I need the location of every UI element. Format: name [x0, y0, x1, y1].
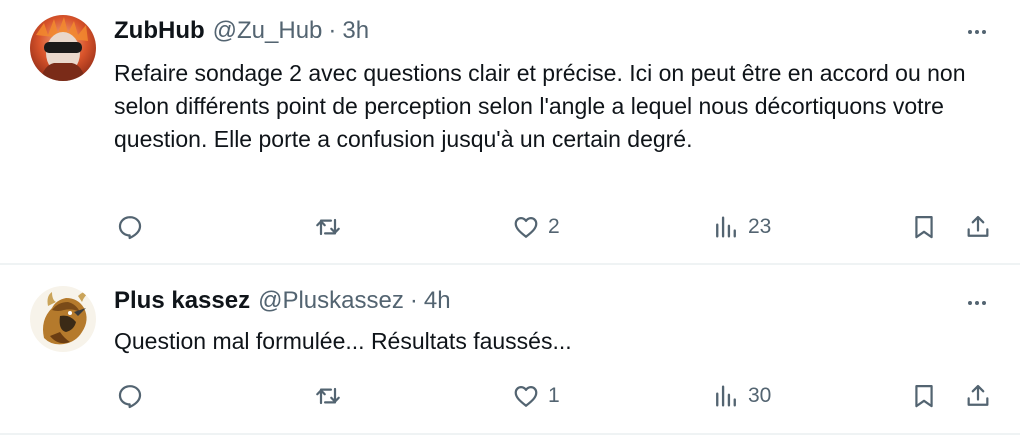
- retweet-icon: [316, 387, 340, 405]
- bookmark-button[interactable]: [910, 379, 938, 413]
- retweet-button[interactable]: [314, 210, 350, 244]
- reply-icon: [118, 216, 142, 240]
- action-bar: 1 30: [114, 379, 994, 413]
- tweet-text: Question mal formulée... Résultats fauss…: [114, 328, 572, 354]
- share-button[interactable]: [964, 210, 992, 244]
- heart-icon: [514, 217, 538, 238]
- like-count: 2: [548, 215, 560, 238]
- phoenix-bird-avatar-icon: [30, 286, 96, 352]
- share-icon: [967, 384, 989, 406]
- tweet-header: Plus kassez @Pluskassez · 4h: [114, 286, 451, 316]
- tweet[interactable]: ZubHub @Zu_Hub · 3h Refaire sondage 2 av…: [0, 0, 1020, 265]
- reply-icon: [118, 385, 142, 409]
- reply-button[interactable]: [116, 210, 152, 244]
- views-count: 30: [748, 384, 772, 407]
- timestamp[interactable]: 3h: [342, 16, 369, 46]
- views-icon: [716, 385, 736, 407]
- bookmark-icon: [915, 215, 933, 239]
- bookmark-icon: [915, 384, 933, 408]
- tweet[interactable]: Plus kassez @Pluskassez · 4h Question ma…: [0, 265, 1020, 435]
- share-button[interactable]: [964, 379, 992, 413]
- display-name[interactable]: ZubHub: [114, 16, 205, 46]
- timestamp[interactable]: 4h: [424, 286, 451, 316]
- bookmark-button[interactable]: [910, 210, 938, 244]
- reply-button[interactable]: [116, 379, 152, 413]
- separator-dot: ·: [409, 287, 418, 314]
- avatar[interactable]: [30, 15, 96, 81]
- tweet-text: Refaire sondage 2 avec questions clair e…: [114, 60, 966, 152]
- retweet-icon: [316, 218, 340, 236]
- views-button[interactable]: 23: [712, 210, 771, 244]
- more-button[interactable]: [960, 17, 994, 47]
- like-button[interactable]: 2: [512, 210, 560, 244]
- like-count: 1: [548, 384, 560, 407]
- like-button[interactable]: 1: [512, 379, 560, 413]
- share-icon: [967, 215, 989, 237]
- tweet-header: ZubHub @Zu_Hub · 3h: [114, 16, 369, 46]
- tweet-divider: [0, 433, 1020, 435]
- more-icon: [968, 301, 986, 305]
- more-button[interactable]: [960, 288, 994, 318]
- views-button[interactable]: 30: [712, 379, 771, 413]
- user-handle[interactable]: @Pluskassez: [258, 286, 404, 316]
- retweet-button[interactable]: [314, 379, 350, 413]
- avatar[interactable]: [30, 286, 96, 352]
- masked-person-avatar-icon: [30, 15, 96, 81]
- user-handle[interactable]: @Zu_Hub: [213, 16, 323, 46]
- display-name[interactable]: Plus kassez: [114, 286, 250, 316]
- separator-dot: ·: [328, 17, 337, 44]
- more-icon: [968, 30, 986, 34]
- views-icon: [716, 216, 736, 238]
- views-count: 23: [748, 215, 772, 238]
- action-bar: 2 23: [114, 210, 994, 244]
- heart-icon: [514, 386, 538, 407]
